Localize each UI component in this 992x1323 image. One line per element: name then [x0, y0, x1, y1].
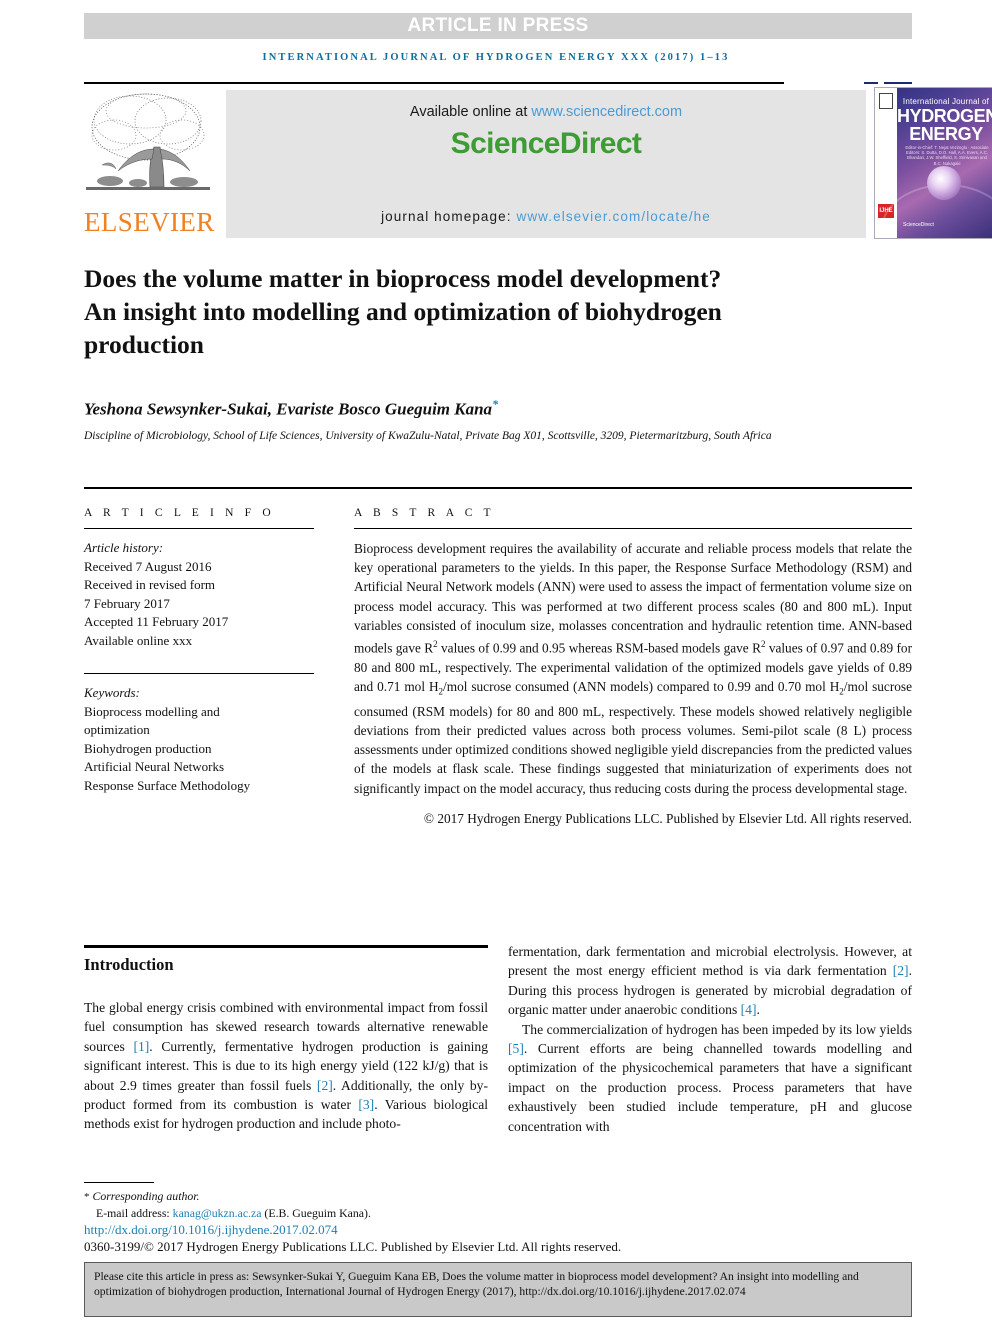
journal-running-head: INTERNATIONAL JOURNAL OF HYDROGEN ENERGY…	[262, 52, 730, 63]
cover-elsevier-mark-icon	[879, 93, 893, 109]
sciencedirect-logo: ScienceDirect	[226, 127, 866, 161]
email-label: E-mail address:	[96, 1206, 173, 1220]
introduction-left-column: The global energy crisis combined with e…	[84, 998, 488, 1134]
masthead-divider-accent	[884, 82, 912, 84]
keyword-item: Bioprocess modelling and	[84, 703, 220, 719]
abstract-heading: A B S T R A C T	[354, 507, 495, 519]
cover-orb-decoration	[927, 166, 961, 200]
sciencedirect-logo-part1: Science	[450, 127, 561, 160]
article-info-heading: A R T I C L E I N F O	[84, 507, 275, 519]
available-online-line: Available online at www.sciencedirect.co…	[226, 104, 866, 120]
cover-sciencedirect-mark: ScienceDirect	[903, 222, 934, 228]
citation-ref-1[interactable]: [1]	[133, 1039, 149, 1054]
email-link[interactable]: kanag@ukzn.ac.za	[173, 1206, 262, 1220]
sciencedirect-url-link[interactable]: www.sciencedirect.com	[531, 104, 682, 120]
issn-copyright-line: 0360-3199/© 2017 Hydrogen Energy Publica…	[84, 1239, 622, 1254]
cover-body: International Journal of HYDROGEN ENERGY…	[881, 88, 992, 238]
author-list: Yeshona Sewsynker-Sukai, Evariste Bosco …	[84, 397, 864, 420]
keywords-label: Keywords:	[84, 685, 140, 700]
journal-cover-image: IJHE International Journal of HYDROGEN E…	[874, 87, 992, 239]
intro-right-c: .	[756, 1002, 760, 1018]
article-history-block: Article history: Received 7 August 2016 …	[84, 539, 314, 650]
masthead-divider	[84, 82, 784, 84]
abstract-part-4: /mol sucrose consumed (ANN models) compa…	[443, 678, 840, 694]
corresponding-author-line: * Corresponding author.	[84, 1188, 504, 1205]
keyword-item: Response Surface Methodology	[84, 777, 251, 793]
intro-right-e: . Current efforts are being channelled t…	[508, 1041, 912, 1134]
abstract-copyright: © 2017 Hydrogen Energy Publications LLC.…	[423, 810, 912, 826]
corresponding-star-icon: *	[84, 1191, 90, 1203]
journal-homepage-line: journal homepage: www.elsevier.com/locat…	[226, 209, 866, 224]
citation-ref-2[interactable]: [2]	[317, 1078, 333, 1093]
introduction-left-text: The global energy crisis combined with e…	[84, 998, 488, 1134]
citation-ref-4[interactable]: [4]	[741, 1002, 757, 1017]
article-info-column: A R T I C L E I N F O Article history: R…	[84, 507, 314, 795]
cover-editors-label: Editor-in-Chief: T. Nejat Veziroglu · As…	[905, 145, 989, 166]
keyword-item: Biohydrogen production	[84, 740, 212, 756]
cover-international-label: International Journal of	[902, 97, 990, 106]
article-history-label: Article history:	[84, 540, 164, 555]
abstract-part-2: values of 0.99 and 0.95 whereas RSM-base…	[437, 640, 761, 656]
introduction-divider	[84, 945, 488, 948]
citation-notice-box: Please cite this article in press as: Se…	[84, 1262, 912, 1317]
article-history-item: Available online xxx	[84, 632, 193, 648]
journal-homepage-label: journal homepage:	[381, 209, 517, 224]
citation-ref-3[interactable]: [3]	[358, 1097, 374, 1112]
citation-ref-5[interactable]: [5]	[508, 1041, 524, 1056]
intro-paragraph: The commercialization of hydrogen has be…	[508, 1020, 912, 1136]
corresponding-author-label: Corresponding author.	[92, 1189, 200, 1203]
article-history-item: 7 February 2017	[84, 595, 170, 611]
article-history-item: Accepted 11 February 2017	[84, 614, 229, 629]
keywords-block: Keywords: Bioprocess modelling and optim…	[84, 684, 314, 795]
cover-hydrogen-label: HYDROGEN	[897, 106, 992, 126]
cover-energy-label: ENERGY	[909, 124, 983, 144]
email-suffix: (E.B. Gueguim Kana).	[261, 1206, 371, 1220]
intro-right-a: fermentation, dark fermentation and micr…	[508, 944, 912, 979]
elsevier-tree-icon	[86, 93, 210, 190]
doi-link[interactable]: http://dx.doi.org/10.1016/j.ijhydene.201…	[84, 1222, 338, 1237]
section-divider	[84, 487, 912, 489]
sciencedirect-logo-part2: Direct	[559, 127, 642, 160]
keyword-item: optimization	[84, 722, 150, 737]
masthead-divider-accent-small	[864, 82, 878, 84]
keywords-rule	[84, 673, 314, 674]
author-names: Yeshona Sewsynker-Sukai, Evariste Bosco …	[84, 399, 493, 419]
article-history-item: Received in revised form	[84, 577, 216, 592]
corresponding-author-footnote: * Corresponding author. E-mail address: …	[84, 1188, 504, 1221]
doi-line[interactable]: http://dx.doi.org/10.1016/j.ijhydene.201…	[84, 1222, 338, 1238]
footnote-divider	[84, 1182, 154, 1183]
elsevier-logo: ELSEVIER	[84, 87, 215, 242]
journal-homepage-link[interactable]: www.elsevier.com/locate/he	[516, 209, 710, 224]
keyword-item: Artificial Neural Networks	[84, 759, 225, 774]
article-info-rule	[84, 528, 314, 529]
email-line: E-mail address: kanag@ukzn.ac.za (E.B. G…	[84, 1205, 504, 1221]
article-in-press-label: ARTICLE IN PRESS	[407, 15, 589, 36]
introduction-right-column: fermentation, dark fermentation and micr…	[508, 942, 912, 1136]
sciencedirect-band: Available online at www.sciencedirect.co…	[226, 90, 866, 238]
author-affiliation: Discipline of Microbiology, School of Li…	[84, 430, 772, 442]
abstract-column: A B S T R A C T Bioprocess development r…	[354, 507, 912, 828]
abstract-text: Bioprocess development requires the avai…	[354, 539, 912, 798]
intro-paragraph: fermentation, dark fermentation and micr…	[508, 942, 912, 1020]
introduction-heading: Introduction	[84, 955, 174, 974]
intro-right-d: The commercialization of hydrogen has be…	[522, 1021, 912, 1037]
introduction-right-text: fermentation, dark fermentation and micr…	[508, 942, 912, 1136]
citation-ref-2[interactable]: [2]	[893, 963, 909, 978]
elsevier-wordmark: ELSEVIER	[84, 207, 215, 237]
intro-paragraph: The global energy crisis combined with e…	[84, 998, 488, 1134]
journal-masthead: ELSEVIER Available online at www.science…	[84, 82, 992, 242]
abstract-rule	[354, 528, 912, 529]
article-page: ARTICLE IN PRESS INTERNATIONAL JOURNAL O…	[0, 0, 992, 1323]
article-in-press-banner: ARTICLE IN PRESS	[84, 13, 912, 39]
article-history-item: Received 7 August 2016	[84, 558, 212, 574]
corresponding-author-marker: *	[492, 397, 499, 411]
page-title: Does the volume matter in bioprocess mod…	[84, 264, 722, 359]
available-online-label: Available online at	[409, 104, 532, 120]
citation-notice-text: Please cite this article in press as: Se…	[94, 1270, 859, 1298]
